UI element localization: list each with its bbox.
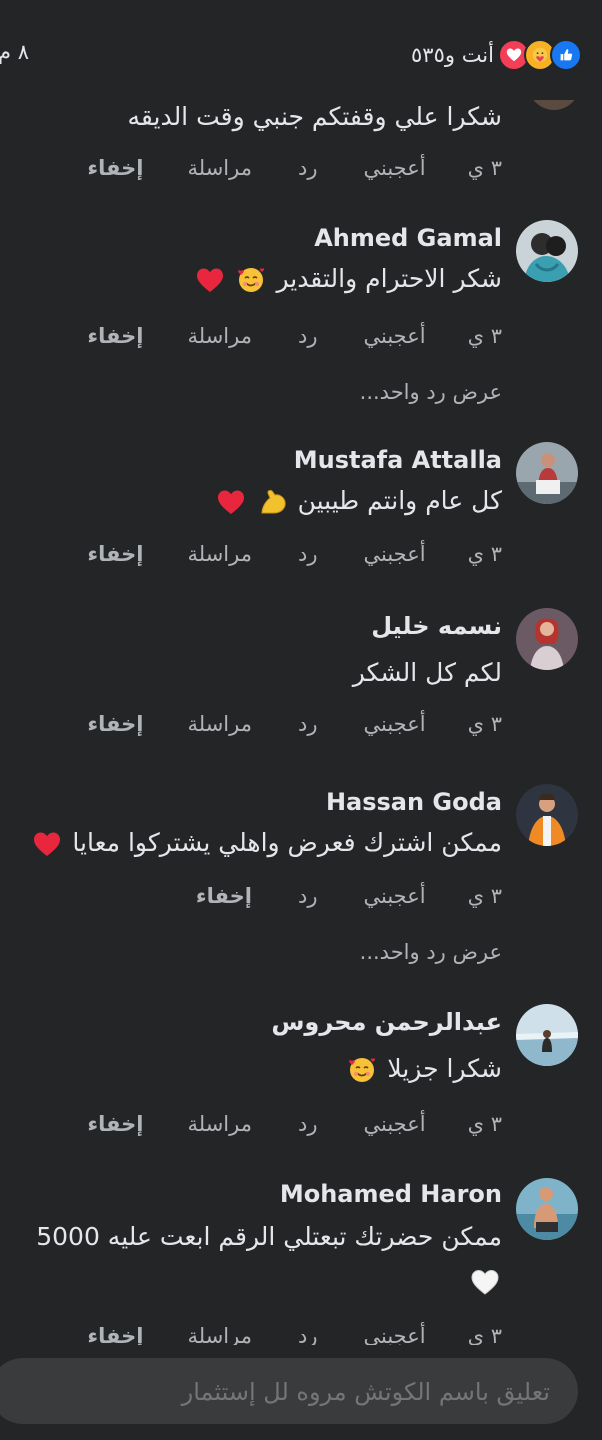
comment-time: ٣ ي — [467, 324, 502, 348]
reactions-header: ٨ م أنت و٥٣٥ — [0, 0, 602, 100]
comment-text: شكرا علي وقفتكم جنبي وقت الديقه — [127, 102, 502, 131]
comment-actions: ٣ ي أعجبني رد مراسلة إخفاء — [87, 712, 502, 736]
message-button[interactable]: مراسلة — [188, 1112, 252, 1136]
smiling-hearts-emoji — [238, 268, 265, 292]
hide-button[interactable]: إخفاء — [196, 884, 252, 908]
comment-text: شكر الاحترام والتقدير — [193, 264, 502, 295]
like-icon — [550, 39, 582, 71]
truncated-count: ٨ م — [0, 40, 29, 64]
red-heart-emoji — [217, 490, 244, 514]
comment-text-body: شكرا جزيلا — [387, 1054, 502, 1083]
comment-time: ٣ ي — [467, 712, 502, 736]
smiling-hearts-emoji — [349, 1058, 376, 1082]
comment-author[interactable]: Mustafa Attalla — [294, 446, 502, 474]
hide-button[interactable]: إخفاء — [87, 542, 143, 566]
comment-text-body: ممكن اشترك فعرض واهلي يشتركوا معايا — [72, 828, 502, 857]
view-replies-link[interactable]: عرض رد واحد... — [360, 380, 502, 404]
comment-author[interactable]: نسمه خليل — [371, 612, 502, 640]
comment-text-body: شكر الاحترام والتقدير — [276, 264, 502, 293]
avatar[interactable] — [516, 608, 578, 670]
like-button[interactable]: أعجبني — [363, 1112, 425, 1136]
comment-text: ممكن اشترك فعرض واهلي يشتركوا معايا — [30, 828, 502, 859]
comment-time: ٣ ي — [467, 1112, 502, 1136]
comment-text-body: لكم كل الشكر — [352, 658, 502, 687]
comment-time: ٣ ي — [467, 156, 502, 180]
reply-button[interactable]: رد — [298, 884, 318, 908]
comment-author[interactable]: Mohamed Haron — [280, 1180, 502, 1208]
like-button[interactable]: أعجبني — [363, 884, 425, 908]
comment-text-line-2 — [468, 1266, 502, 1297]
message-button[interactable]: مراسلة — [188, 712, 252, 736]
reply-button[interactable]: رد — [298, 542, 318, 566]
reactions-summary[interactable]: أنت و٥٣٥ — [411, 38, 582, 72]
comment-text: ممكن حضرتك تبعتلي الرقم ابعت عليه 5000 — [36, 1222, 502, 1251]
hide-button[interactable]: إخفاء — [87, 1112, 143, 1136]
white-heart-emoji — [471, 1269, 499, 1295]
avatar[interactable] — [516, 1004, 578, 1066]
comment-actions: ٣ ي أعجبني رد مراسلة إخفاء — [87, 156, 502, 180]
comment-actions: ٣ ي أعجبني رد مراسلة إخفاء — [87, 324, 502, 348]
comment-author[interactable]: Hassan Goda — [326, 788, 502, 816]
comment-text: كل عام وانتم طيبين — [214, 486, 502, 517]
avatar[interactable] — [516, 442, 578, 504]
comments-screen: ٨ م أنت و٥٣٥ شكرا علي وقفتكم جنبي وقت ال… — [0, 0, 602, 1440]
hide-button[interactable]: إخفاء — [87, 156, 143, 180]
message-button[interactable]: مراسلة — [188, 324, 252, 348]
comment-time: ٣ ي — [467, 542, 502, 566]
comment-input[interactable] — [8, 1358, 552, 1426]
comment-time: ٣ ي — [467, 884, 502, 908]
like-button[interactable]: أعجبني — [363, 156, 425, 180]
reply-button[interactable]: رد — [298, 712, 318, 736]
like-button[interactable]: أعجبني — [363, 542, 425, 566]
avatar[interactable] — [516, 784, 578, 846]
like-button[interactable]: أعجبني — [363, 324, 425, 348]
comment-actions: ٣ ي أعجبني رد إخفاء — [196, 884, 502, 908]
like-button[interactable]: أعجبني — [363, 712, 425, 736]
heart-exclamation-emoji — [34, 832, 61, 856]
avatar[interactable] — [516, 220, 578, 282]
reply-button[interactable]: رد — [298, 324, 318, 348]
hide-button[interactable]: إخفاء — [87, 712, 143, 736]
comment-text: شكرا جزيلا — [345, 1054, 502, 1085]
reply-button[interactable]: رد — [298, 1112, 318, 1136]
view-replies-link[interactable]: عرض رد واحد... — [360, 940, 502, 964]
comment-composer[interactable] — [0, 1358, 578, 1426]
comment-text: لكم كل الشكر — [353, 658, 502, 687]
comment-actions: ٣ ي أعجبني رد مراسلة إخفاء — [87, 542, 502, 566]
comment-author[interactable]: Ahmed Gamal — [314, 224, 502, 252]
hide-button[interactable]: إخفاء — [87, 324, 143, 348]
comment-actions: ٣ ي أعجبني رد مراسلة إخفاء — [87, 1112, 502, 1136]
avatar[interactable] — [516, 1178, 578, 1240]
red-heart-emoji — [196, 268, 223, 292]
comment-text-body: كل عام وانتم طيبين — [297, 486, 502, 515]
flexed-biceps-emoji — [261, 489, 286, 514]
reply-button[interactable]: رد — [298, 156, 318, 180]
message-button[interactable]: مراسلة — [188, 542, 252, 566]
comment-author[interactable]: عبدالرحمن محروس — [271, 1008, 502, 1036]
message-button[interactable]: مراسلة — [188, 156, 252, 180]
reactions-text: أنت و٥٣٥ — [411, 43, 494, 67]
